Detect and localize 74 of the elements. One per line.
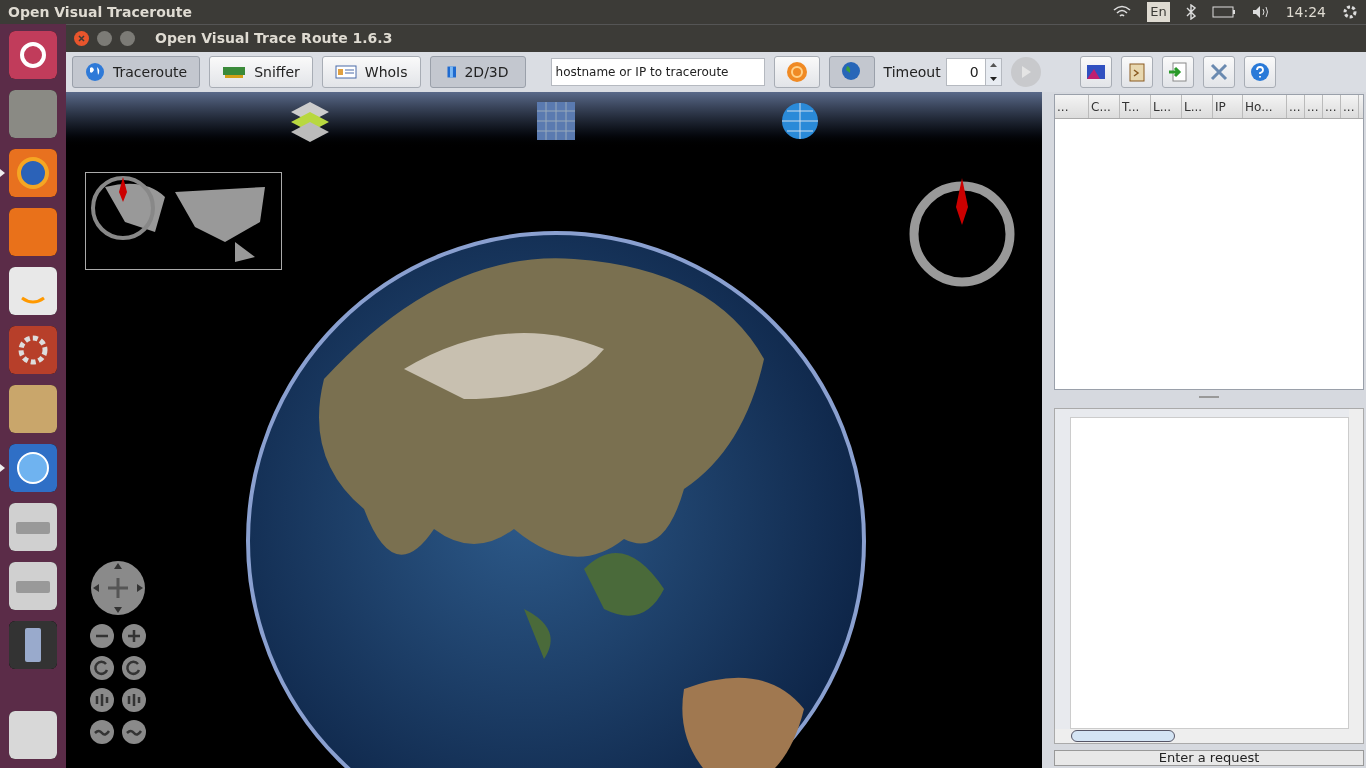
store-app-icon[interactable] <box>8 207 58 257</box>
amazon-app-icon[interactable] <box>8 266 58 316</box>
column-header[interactable]: ... <box>1287 95 1305 118</box>
vertical-scrollbar[interactable] <box>1349 409 1363 729</box>
document-arrow-icon <box>1167 62 1188 82</box>
resolve-toggle[interactable] <box>828 56 875 88</box>
phone-app-icon[interactable] <box>8 620 58 670</box>
timeout-value: 0 <box>968 63 980 82</box>
globe-icon[interactable] <box>781 102 820 140</box>
globe-icon <box>85 62 105 82</box>
help-button[interactable] <box>1243 56 1276 88</box>
files-app-icon[interactable] <box>8 89 58 139</box>
wifi-icon[interactable] <box>1113 5 1132 19</box>
battery-icon[interactable] <box>1211 6 1236 18</box>
globe-app-icon[interactable] <box>8 443 58 493</box>
timeout-spinner[interactable]: 0 <box>945 58 1002 86</box>
column-header[interactable]: ... <box>1055 95 1089 118</box>
clipboard-icon <box>1128 62 1145 82</box>
tools-button[interactable] <box>1202 56 1235 88</box>
view-toggle[interactable]: 2D/3D <box>429 56 526 88</box>
firefox-app-icon[interactable] <box>8 148 58 198</box>
zoom-in-icon[interactable] <box>122 624 146 648</box>
ubuntu-app-icon[interactable] <box>8 30 58 80</box>
app-title: Open Visual Traceroute <box>8 2 192 22</box>
trash-app-icon[interactable] <box>8 710 58 760</box>
drive-app-icon[interactable] <box>8 502 58 552</box>
column-header[interactable]: IP <box>1213 95 1243 118</box>
archive-app-icon[interactable] <box>8 384 58 434</box>
mode-tab[interactable]: WhoIs <box>321 56 421 88</box>
terrain-icon[interactable] <box>122 720 146 744</box>
minimize-button[interactable] <box>97 31 112 46</box>
hostname-field[interactable]: hostname or IP to traceroute <box>550 58 765 86</box>
ball-icon <box>785 61 808 83</box>
mode-tab[interactable]: Sniffer <box>209 56 313 88</box>
settings-app-icon[interactable] <box>8 325 58 375</box>
terrain-flat-icon[interactable] <box>90 720 114 744</box>
pan-control-icon[interactable] <box>90 560 146 616</box>
compass-drawing[interactable] <box>907 177 1017 289</box>
picture-icon <box>1085 64 1106 80</box>
column-header[interactable]: ... <box>1305 95 1323 118</box>
drive-app-icon[interactable] <box>8 561 58 611</box>
column-header[interactable]: L... <box>1151 95 1182 118</box>
help-icon <box>1249 62 1270 82</box>
power-gear-icon[interactable] <box>1342 4 1358 20</box>
image-button[interactable] <box>1079 56 1112 88</box>
column-header[interactable]: ... <box>1323 95 1341 118</box>
rotate-right-icon[interactable] <box>90 656 114 680</box>
column-header[interactable]: L... <box>1182 95 1213 118</box>
globe-icon <box>840 61 863 83</box>
bluetooth-icon[interactable] <box>1185 4 1196 20</box>
world-minimap-drawing[interactable] <box>85 172 282 270</box>
clock[interactable]: 14:24 <box>1285 1 1326 23</box>
zoom-out-icon[interactable] <box>90 624 114 648</box>
mode-tab[interactable]: Traceroute <box>72 56 201 88</box>
export-button[interactable] <box>1161 56 1194 88</box>
column-header[interactable]: ... <box>1341 95 1359 118</box>
close-icon <box>78 35 85 42</box>
horizontal-scrollbar[interactable] <box>1055 729 1363 743</box>
maximize-button[interactable] <box>120 31 135 46</box>
play-icon <box>1019 65 1032 79</box>
column-header[interactable]: Ho... <box>1243 95 1287 118</box>
column-header[interactable]: T... <box>1120 95 1151 118</box>
window-title: Open Visual Trace Route 1.6.3 <box>155 29 393 48</box>
id-card-icon <box>334 65 357 79</box>
status-bar: Enter a request <box>1054 750 1364 766</box>
column-header[interactable]: C... <box>1089 95 1120 118</box>
network-card-icon <box>222 65 247 79</box>
globe-view[interactable] <box>66 92 1042 768</box>
keyboard-indicator[interactable]: En <box>1147 2 1170 22</box>
grid-icon[interactable] <box>536 101 576 141</box>
clipboard-button[interactable] <box>1120 56 1153 88</box>
volume-icon[interactable] <box>1251 5 1270 19</box>
close-button[interactable] <box>74 31 89 46</box>
timeout-label: Timeout <box>883 62 941 82</box>
